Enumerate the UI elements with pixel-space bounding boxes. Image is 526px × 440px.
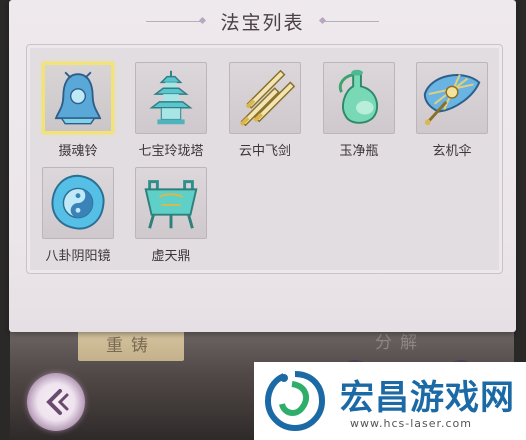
artifact-label: 摄魂铃	[58, 144, 98, 159]
artifact-label: 玄机伞	[432, 144, 472, 159]
yin-yang-mirror-icon	[51, 174, 105, 230]
artifact-slot[interactable]	[42, 62, 114, 134]
artifact-slot[interactable]	[42, 167, 114, 239]
artifact-label: 云中飞剑	[238, 144, 291, 159]
artifact-item-mirror[interactable]: 八卦阴阳镜	[40, 167, 116, 264]
site-watermark: 宏昌游戏网 www.hcs-laser.com	[254, 362, 526, 440]
back-button[interactable]	[27, 373, 85, 431]
back-arrow-icon	[46, 389, 69, 415]
artifact-list-panel: 法宝列表 摄魂铃 七宝玲珑塔 云中飞剑 玉净瓶 玄机伞 八卦阴阳镜 虚天鼎	[9, 0, 516, 332]
title-ornament-left	[146, 20, 203, 22]
artifact-item-swords[interactable]: 云中飞剑	[227, 62, 303, 159]
artifact-slot[interactable]	[416, 62, 488, 134]
cauldron-artifact-icon	[144, 180, 198, 229]
recast-button-label: 重铸	[106, 335, 156, 356]
artifact-item-bell[interactable]: 摄魂铃	[40, 62, 116, 159]
flying-swords-icon	[239, 69, 296, 127]
artifact-item-pagoda[interactable]: 七宝玲珑塔	[133, 62, 209, 159]
watermark-title: 宏昌游戏网	[340, 378, 515, 418]
artifact-slot[interactable]	[135, 62, 207, 134]
artifact-label: 七宝玲珑塔	[138, 144, 204, 159]
artifact-grid: 摄魂铃 七宝玲珑塔 云中飞剑 玉净瓶 玄机伞 八卦阴阳镜 虚天鼎	[26, 44, 503, 274]
artifact-label: 八卦阴阳镜	[45, 249, 111, 264]
jade-vase-icon	[338, 69, 379, 124]
artifact-item-vase[interactable]: 玉净瓶	[321, 62, 397, 159]
panel-title-bar: 法宝列表	[9, 0, 516, 42]
pagoda-artifact-icon	[149, 70, 193, 125]
watermark-url: www.hcs-laser.com	[350, 417, 472, 430]
artifact-item-umbrella[interactable]: 玄机伞	[414, 62, 490, 159]
panel-title: 法宝列表	[220, 11, 305, 34]
artifact-label: 玉净瓶	[339, 144, 379, 159]
artifact-slot[interactable]	[135, 167, 207, 239]
umbrella-artifact-icon	[423, 74, 481, 126]
dragon-logo-icon	[264, 371, 326, 432]
artifact-item-cauldron[interactable]: 虚天鼎	[133, 167, 209, 264]
artifact-label: 虚天鼎	[151, 249, 191, 264]
artifact-slot[interactable]	[229, 62, 301, 134]
title-ornament-right	[322, 20, 379, 22]
bell-artifact-icon	[54, 71, 102, 125]
artifact-slot[interactable]	[323, 62, 395, 134]
